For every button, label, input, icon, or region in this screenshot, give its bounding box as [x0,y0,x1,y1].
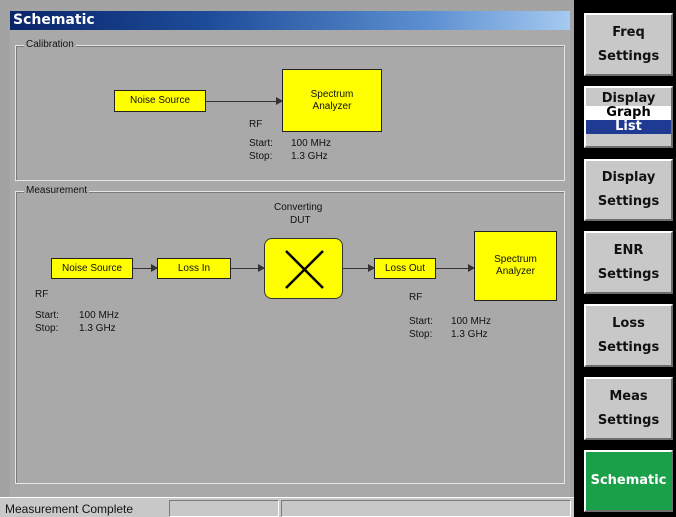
status-bar: Measurement Complete [0,497,574,517]
meas-right-start-label: Start: [409,316,433,327]
meas-left-rf-label: RF [35,289,49,300]
measurement-label: Measurement [24,184,90,198]
main-area: Schematic Calibration Noise Source Spect… [0,0,574,517]
display-softkey-line1: Display [601,170,656,185]
meas-left-start-value: 100 MHz [79,310,120,321]
display-graph-list-softkey[interactable]: Display Graph List [584,86,673,148]
mixer-x-icon [285,250,324,289]
display-softkey-line2: Settings [597,194,660,209]
enr-softkey-line1: ENR [613,242,644,258]
schematic-panel: Calibration Noise Source Spectrum Analyz… [10,30,570,497]
enr-softkey-line2: Settings [597,266,660,282]
display-graph-option: Graph [586,106,671,120]
cal-noise-source-box: Noise Source [114,90,206,112]
display-settings-softkey[interactable]: Display Settings [584,159,673,221]
cal-start-value: 100 MHz [291,138,332,149]
schematic-softkey-label: Schematic [590,473,667,488]
converting-dut-mixer [264,238,343,299]
calibration-label: Calibration [24,38,76,52]
display-list-option: List [586,120,671,134]
loss-out-label: Loss Out [384,262,426,274]
meas-noise-source-box: Noise Source [51,258,133,279]
loss-in-box: Loss In [157,258,231,279]
meas-arrow-4 [436,264,475,272]
dut-title-line2: DUT [290,215,311,226]
cal-analyzer-line2: Analyzer [312,100,352,112]
meas-left-stop-value: 1.3 GHz [79,323,116,334]
meas-arrow-3 [343,264,375,272]
loss-softkey-line1: Loss [612,315,645,331]
meas-arrow-2 [231,264,265,272]
meas-spectrum-analyzer-box: Spectrum Analyzer [474,231,557,301]
meas-softkey-line1: Meas [609,388,648,404]
cal-noise-source-label: Noise Source [129,95,191,106]
display-toggle-title: Display [601,91,656,106]
freq-settings-softkey[interactable]: Freq Settings [584,13,673,76]
schematic-softkey[interactable]: Schematic [584,450,673,512]
dut-title-line1: Converting [274,202,323,213]
cal-start-label: Start: [249,138,273,149]
meas-left-start-label: Start: [35,310,59,321]
meas-right-stop-label: Stop: [409,329,433,340]
calibration-group: Calibration Noise Source Spectrum Analyz… [15,38,565,181]
meas-arrow-1 [133,264,158,272]
enr-settings-softkey[interactable]: ENR Settings [584,231,673,294]
loss-in-label: Loss In [177,262,211,274]
meas-softkey-line2: Settings [597,412,660,428]
meas-left-stop-label: Stop: [35,323,59,334]
meas-right-stop-value: 1.3 GHz [451,329,488,340]
meas-noise-source-label: Noise Source [61,262,123,274]
meas-analyzer-line1: Spectrum [494,254,537,265]
softkey-panel: Freq Settings Display Graph List Display… [574,0,676,517]
meas-right-rf-label: RF [409,292,423,303]
cal-rf-label: RF [249,119,263,130]
meas-settings-softkey[interactable]: Meas Settings [584,377,673,440]
cal-stop-value: 1.3 GHz [291,151,328,162]
freq-softkey-line2: Settings [597,48,660,64]
cal-connection-arrow [206,97,283,105]
loss-settings-softkey[interactable]: Loss Settings [584,304,673,367]
status-field-1 [169,500,279,517]
loss-out-box: Loss Out [374,258,436,279]
meas-analyzer-line2: Analyzer [496,266,535,277]
cal-spectrum-analyzer-box: Spectrum Analyzer [282,69,382,132]
freq-softkey-line1: Freq [612,24,645,40]
window-title: Schematic [10,11,570,30]
cal-stop-label: Stop: [249,151,273,162]
status-message: Measurement Complete [5,502,134,516]
measurement-group: Measurement Converting DUT Noise Source … [15,184,565,484]
meas-right-start-value: 100 MHz [451,316,492,327]
loss-softkey-line2: Settings [597,339,660,355]
status-field-2 [281,500,571,517]
cal-analyzer-line1: Spectrum [310,88,354,100]
